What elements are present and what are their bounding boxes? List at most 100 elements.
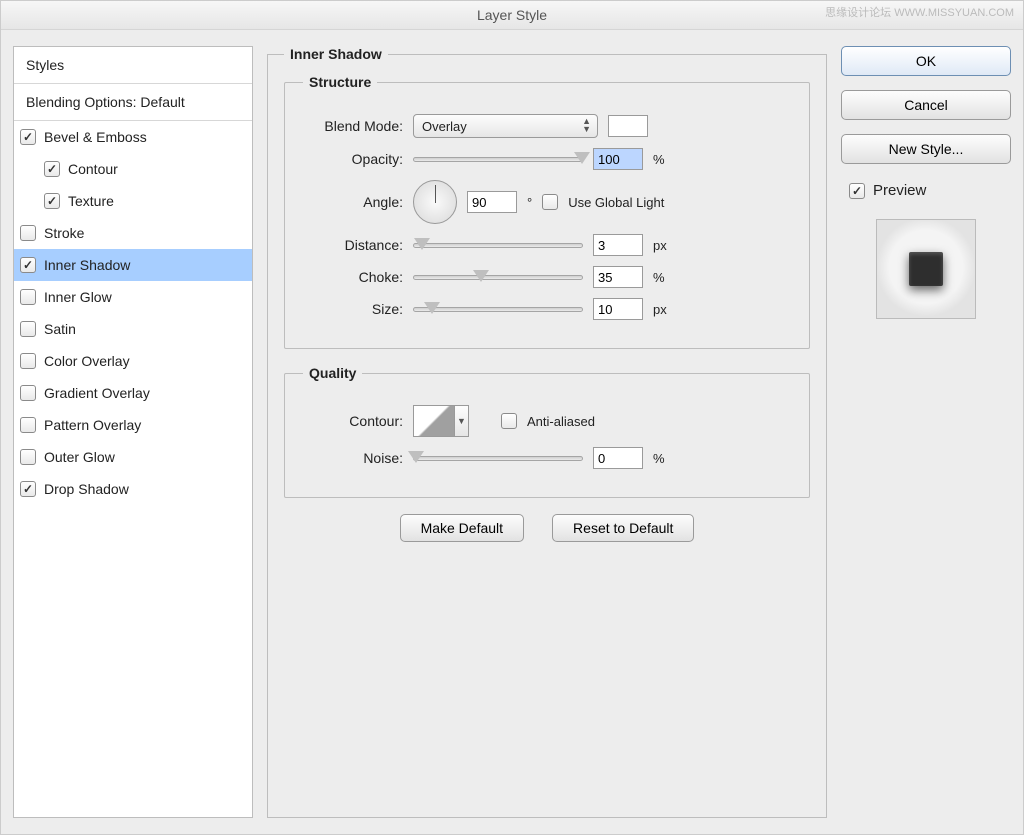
opacity-input[interactable]	[593, 148, 643, 170]
style-row-color-overlay[interactable]: Color Overlay	[14, 345, 252, 377]
effect-title: Inner Shadow	[284, 46, 388, 62]
style-label: Bevel & Emboss	[44, 129, 147, 145]
style-row-inner-glow[interactable]: Inner Glow	[14, 281, 252, 313]
opacity-label: Opacity:	[303, 151, 403, 167]
size-unit: px	[653, 302, 667, 317]
layer-style-dialog: 思缘设计论坛 WWW.MISSYUAN.COM Layer Style Styl…	[0, 0, 1024, 835]
slider-thumb-icon[interactable]	[408, 451, 424, 463]
style-checkbox[interactable]	[20, 417, 36, 433]
distance-slider[interactable]	[413, 243, 583, 248]
slider-thumb-icon[interactable]	[414, 238, 430, 250]
choke-row: Choke: %	[303, 266, 791, 288]
blend-mode-select[interactable]: Overlay ▲▼	[413, 114, 598, 138]
slider-thumb-icon[interactable]	[424, 302, 440, 314]
choke-input[interactable]	[593, 266, 643, 288]
effect-outer-group: Inner Shadow Structure Blend Mode: Overl…	[267, 46, 827, 818]
structure-legend: Structure	[303, 74, 377, 90]
style-label: Outer Glow	[44, 449, 115, 465]
style-label: Stroke	[44, 225, 84, 241]
contour-row: Contour: ▼ Anti-aliased	[303, 405, 791, 437]
style-checkbox[interactable]	[20, 321, 36, 337]
distance-input[interactable]	[593, 234, 643, 256]
style-row-contour[interactable]: Contour	[14, 153, 252, 185]
opacity-unit: %	[653, 152, 665, 167]
styles-list: Bevel & Emboss Contour Texture Stroke Inner …	[14, 121, 252, 817]
style-checkbox[interactable]	[20, 257, 36, 273]
cancel-button[interactable]: Cancel	[841, 90, 1011, 120]
style-checkbox[interactable]	[20, 353, 36, 369]
opacity-slider[interactable]	[413, 157, 583, 162]
style-checkbox[interactable]	[20, 225, 36, 241]
choke-slider[interactable]	[413, 275, 583, 280]
blend-mode-label: Blend Mode:	[303, 118, 403, 134]
angle-dial[interactable]	[413, 180, 457, 224]
contour-picker[interactable]	[413, 405, 455, 437]
preview-checkbox[interactable]	[849, 183, 865, 199]
antialiased-checkbox[interactable]	[501, 413, 517, 429]
style-row-texture[interactable]: Texture	[14, 185, 252, 217]
style-label: Drop Shadow	[44, 481, 129, 497]
noise-row: Noise: %	[303, 447, 791, 469]
size-row: Size: px	[303, 298, 791, 320]
style-row-gradient-overlay[interactable]: Gradient Overlay	[14, 377, 252, 409]
distance-unit: px	[653, 238, 667, 253]
choke-label: Choke:	[303, 269, 403, 285]
style-label: Inner Glow	[44, 289, 112, 305]
distance-label: Distance:	[303, 237, 403, 253]
quality-legend: Quality	[303, 365, 362, 381]
size-input[interactable]	[593, 298, 643, 320]
style-row-drop-shadow[interactable]: Drop Shadow	[14, 473, 252, 505]
noise-input[interactable]	[593, 447, 643, 469]
structure-group: Structure Blend Mode: Overlay ▲▼ Opacity…	[284, 74, 810, 349]
style-row-bevel-emboss[interactable]: Bevel & Emboss	[14, 121, 252, 153]
preview-thumbnail	[876, 219, 976, 319]
reset-default-button[interactable]: Reset to Default	[552, 514, 694, 542]
style-checkbox[interactable]	[20, 129, 36, 145]
angle-unit: °	[527, 195, 532, 210]
style-row-pattern-overlay[interactable]: Pattern Overlay	[14, 409, 252, 441]
ok-button[interactable]: OK	[841, 46, 1011, 76]
global-light-label: Use Global Light	[568, 195, 664, 210]
watermark-text: 思缘设计论坛 WWW.MISSYUAN.COM	[825, 4, 1014, 20]
size-slider[interactable]	[413, 307, 583, 312]
preview-inner-icon	[909, 252, 943, 286]
style-label: Pattern Overlay	[44, 417, 141, 433]
global-light-checkbox[interactable]	[542, 194, 558, 210]
angle-row: Angle: ° Use Global Light	[303, 180, 791, 224]
style-row-inner-shadow[interactable]: Inner Shadow	[14, 249, 252, 281]
slider-thumb-icon[interactable]	[574, 152, 590, 164]
angle-input[interactable]	[467, 191, 517, 213]
blend-mode-row: Blend Mode: Overlay ▲▼	[303, 114, 791, 138]
quality-group: Quality Contour: ▼ Anti-aliased Noise:	[284, 365, 810, 498]
dialog-body: Styles Blending Options: Default Bevel &…	[1, 30, 1023, 834]
opacity-row: Opacity: %	[303, 148, 791, 170]
style-checkbox[interactable]	[20, 449, 36, 465]
style-checkbox[interactable]	[44, 161, 60, 177]
style-row-stroke[interactable]: Stroke	[14, 217, 252, 249]
style-row-outer-glow[interactable]: Outer Glow	[14, 441, 252, 473]
choke-unit: %	[653, 270, 665, 285]
style-label: Contour	[68, 161, 118, 177]
style-label: Satin	[44, 321, 76, 337]
select-arrows-icon: ▲▼	[582, 117, 591, 133]
preview-label: Preview	[873, 182, 926, 199]
new-style-button[interactable]: New Style...	[841, 134, 1011, 164]
default-buttons-row: Make Default Reset to Default	[284, 514, 810, 542]
styles-panel: Styles Blending Options: Default Bevel &…	[13, 46, 253, 818]
blending-options-row[interactable]: Blending Options: Default	[14, 83, 252, 121]
noise-slider[interactable]	[413, 456, 583, 461]
style-checkbox[interactable]	[44, 193, 60, 209]
style-checkbox[interactable]	[20, 289, 36, 305]
blend-mode-value: Overlay	[422, 119, 467, 134]
effect-settings-panel: Inner Shadow Structure Blend Mode: Overl…	[267, 46, 827, 818]
shadow-color-swatch[interactable]	[608, 115, 648, 137]
noise-unit: %	[653, 451, 665, 466]
action-panel: OK Cancel New Style... Preview	[841, 46, 1011, 818]
styles-header[interactable]: Styles	[14, 47, 252, 83]
style-row-satin[interactable]: Satin	[14, 313, 252, 345]
style-checkbox[interactable]	[20, 385, 36, 401]
style-checkbox[interactable]	[20, 481, 36, 497]
make-default-button[interactable]: Make Default	[400, 514, 524, 542]
contour-dropdown-icon[interactable]: ▼	[455, 405, 469, 437]
slider-thumb-icon[interactable]	[473, 270, 489, 282]
